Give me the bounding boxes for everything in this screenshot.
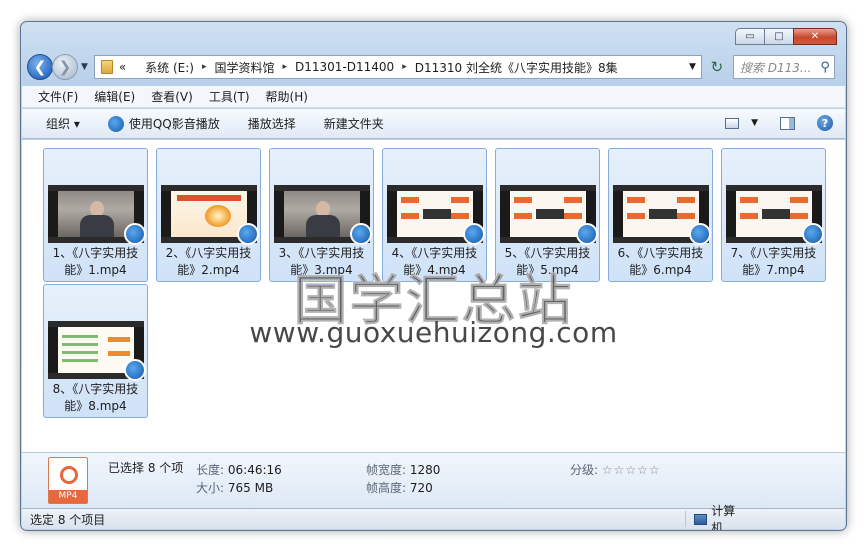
duration-row: 长度: 06:46:16 [196,461,282,478]
qq-player-icon [124,223,146,245]
qq-player-icon [124,359,146,381]
menu-tools[interactable]: 工具(T) [209,88,250,105]
selected-count: 已选择 8 个项 [108,461,184,475]
rating-label: 分级: [570,463,599,477]
watermark-url: www.guoxuehuizong.com [249,316,618,349]
status-zone: 计算机 [685,504,745,530]
breadcrumb-drive[interactable]: 系统 (E:) [145,59,194,76]
breadcrumb-folder[interactable]: 国学资料馆 [214,59,274,76]
frame-height-row: 帧高度: 720 [366,479,433,496]
duration-value: 06:46:16 [227,463,282,477]
details-pane: MP4 已选择 8 个项 长度: 06:46:16 大小: 765 MB 帧宽度… [22,452,845,509]
explorer-window: ▭ □ ✕ ❮ ❯ ▼ « 系统 (E:) ▸ 国学资料馆 ▸ D11301-D… [20,21,847,531]
navigation-bar: ❮ ❯ ▼ « 系统 (E:) ▸ 国学资料馆 ▸ D11301-D11400 … [27,52,840,82]
menu-file[interactable]: 文件(F) [38,88,78,105]
new-folder-button[interactable]: 新建文件夹 [324,115,384,132]
search-input[interactable]: 搜索 D113... ⚲ [732,55,835,79]
back-button[interactable]: ❮ [27,54,53,80]
qq-player-icon [107,115,124,132]
frame-width-value: 1280 [409,463,441,477]
file-name: 8、《八字实用技 能》8.mp4 [52,382,139,413]
view-dropdown-icon[interactable]: ▼ [751,118,758,128]
frame-width-label: 帧宽度: [366,463,407,477]
address-bar[interactable]: « 系统 (E:) ▸ 国学资料馆 ▸ D11301-D11400 ▸ D113… [93,55,702,79]
search-placeholder: 搜索 D113... [739,60,812,75]
refresh-icon[interactable]: ↻ [705,55,729,79]
chevron-right-icon[interactable]: ▸ [402,62,407,72]
breadcrumb-range[interactable]: D11301-D11400 [295,60,394,74]
maximize-button[interactable]: □ [764,28,794,45]
close-button[interactable]: ✕ [793,28,837,45]
minimize-button[interactable]: ▭ [735,28,765,45]
organize-button[interactable]: 组织 ▾ [46,115,80,132]
size-row: 大小: 765 MB [196,479,273,496]
chevron-right-icon [134,62,137,72]
help-icon[interactable]: ? [817,115,833,131]
preview-pane-icon[interactable] [780,116,795,130]
duration-label: 长度: [196,463,225,477]
menu-bar: 文件(F) 编辑(E) 查看(V) 工具(T) 帮助(H) [22,86,845,108]
window-controls: ▭ □ ✕ [735,28,837,45]
computer-icon [694,513,708,525]
rating-stars-icon[interactable]: ☆☆☆☆☆ [602,463,661,477]
menu-view[interactable]: 查看(V) [151,88,193,105]
frame-height-value: 720 [409,481,433,495]
address-overflow[interactable]: « [119,60,126,74]
chevron-right-icon[interactable]: ▸ [283,62,288,72]
qq-player-icon [463,223,485,245]
qq-player-icon [802,223,824,245]
change-view-icon[interactable] [725,117,740,129]
qq-player-icon [689,223,711,245]
address-dropdown-icon[interactable]: ▼ [689,62,696,72]
mp4-file-icon: MP4 [48,457,88,504]
frame-height-label: 帧高度: [366,481,407,495]
forward-button[interactable]: ❯ [52,54,78,80]
breadcrumb-current[interactable]: D11310 刘全统《八字实用技能》8集 [415,59,618,76]
menu-edit[interactable]: 编辑(E) [94,88,135,105]
size-label: 大小: [196,481,225,495]
size-value: 765 MB [227,481,274,495]
history-dropdown-icon[interactable]: ▼ [81,62,88,72]
status-selection: 选定 8 个项目 [30,512,106,527]
command-bar: 组织 ▾ 使用QQ影音播放 播放选择 新建文件夹 ▼ ? [22,109,845,139]
qq-player-icon [237,223,259,245]
qq-player-icon [350,223,372,245]
file-list: 1、《八字实用技 能》1.mp4 2、《八字实用技 能》2.mp4 3、《八字实用技… [22,140,845,452]
play-with-qq-label: 使用QQ影音播放 [128,117,220,131]
chevron-right-icon[interactable]: ▸ [202,62,207,72]
play-with-qq-button[interactable]: 使用QQ影音播放 [107,115,220,132]
qq-player-icon [576,223,598,245]
mp4-file-tag: MP4 [49,490,87,503]
status-bar: 选定 8 个项目 计算机 [22,504,845,530]
frame-width-row: 帧宽度: 1280 [366,461,440,478]
view-controls: ▼ ? [713,115,833,131]
play-selection-button[interactable]: 播放选择 [248,115,296,132]
folder-icon [100,60,113,74]
rating-row: 分级: ☆☆☆☆☆ [570,461,661,478]
search-icon[interactable]: ⚲ [820,60,830,75]
menu-help[interactable]: 帮助(H) [266,88,308,105]
status-computer: 计算机 [711,504,736,531]
